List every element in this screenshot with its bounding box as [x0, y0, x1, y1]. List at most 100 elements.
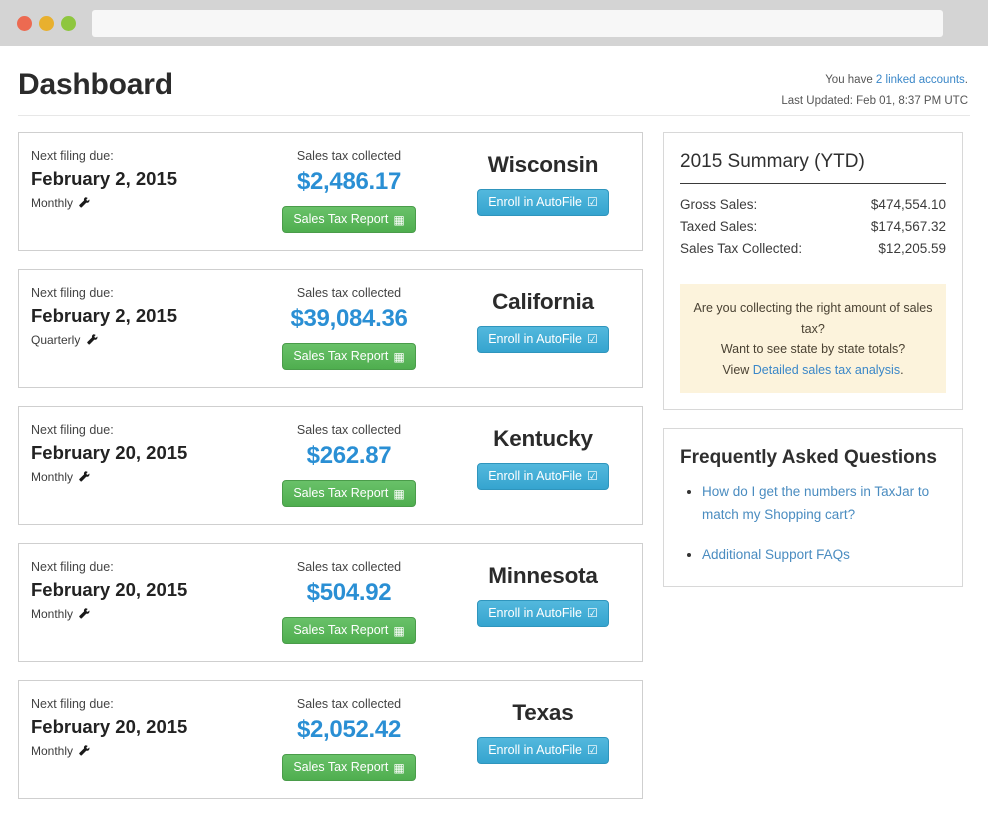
summary-row-label: Sales Tax Collected:: [680, 241, 803, 257]
sales-tax-report-button[interactable]: Sales Tax Report ▦: [282, 206, 416, 234]
state-name: Texas: [512, 699, 574, 725]
state-card[interactable]: Next filing due: February 2, 2015 Monthl…: [18, 131, 643, 251]
enroll-autofile-label: Enroll in AutoFile: [488, 331, 583, 346]
check-square-icon: ☑: [587, 606, 598, 620]
summary-row-label: Gross Sales:: [680, 197, 758, 213]
filing-frequency: Monthly: [31, 744, 254, 759]
sales-tax-report-button[interactable]: Sales Tax Report ▦: [282, 480, 416, 508]
state-card[interactable]: Next filing due: February 2, 2015 Quarte…: [18, 268, 643, 388]
filing-due-date: February 2, 2015: [31, 168, 178, 190]
sales-tax-cell: Sales tax collected $2,486.17 Sales Tax …: [254, 133, 444, 250]
wrench-icon[interactable]: [79, 608, 90, 622]
header-meta: You have 2 linked accounts. Last Updated…: [781, 70, 968, 113]
sales-tax-collected-label: Sales tax collected: [296, 696, 402, 711]
close-window-button[interactable]: [17, 15, 32, 31]
check-square-icon: ☑: [587, 743, 598, 757]
next-filing-due-label: Next filing due:: [31, 285, 114, 300]
filing-frequency-label: Monthly: [31, 196, 74, 211]
state-cell: Kentucky Enroll in AutoFile ☑: [444, 407, 642, 524]
sales-tax-amount: $504.92: [306, 579, 392, 607]
filing-frequency: Monthly: [31, 607, 254, 622]
sales-tax-report-button[interactable]: Sales Tax Report ▦: [282, 343, 416, 371]
filing-frequency: Monthly: [31, 196, 254, 211]
filing-due-cell: Next filing due: February 2, 2015 Monthl…: [19, 133, 254, 250]
state-card[interactable]: Next filing due: February 20, 2015 Month…: [18, 679, 643, 799]
sales-tax-amount: $39,084.36: [290, 305, 408, 333]
notice-line-1: Are you collecting the right amount of s…: [693, 300, 933, 336]
sales-tax-report-label: Sales Tax Report: [293, 760, 389, 775]
state-card[interactable]: Next filing due: February 20, 2015 Month…: [18, 542, 643, 662]
sales-tax-report-label: Sales Tax Report: [293, 349, 389, 364]
filing-due-date: February 2, 2015: [31, 305, 178, 327]
enroll-autofile-label: Enroll in AutoFile: [488, 742, 583, 757]
sales-tax-report-button[interactable]: Sales Tax Report ▦: [282, 754, 416, 782]
summary-panel-title: 2015 Summary (YTD): [680, 151, 946, 185]
sidebar: 2015 Summary (YTD) Gross Sales: $474,554…: [663, 131, 963, 605]
state-cell: Minnesota Enroll in AutoFile ☑: [444, 544, 642, 661]
detailed-analysis-link[interactable]: Detailed sales tax analysis: [753, 363, 900, 377]
maximize-window-button[interactable]: [61, 15, 76, 31]
sales-tax-report-label: Sales Tax Report: [293, 486, 389, 501]
wrench-icon[interactable]: [79, 197, 90, 211]
wrench-icon[interactable]: [86, 334, 98, 348]
wrench-icon[interactable]: [79, 745, 90, 759]
next-filing-due-label: Next filing due:: [31, 422, 114, 437]
summary-panel: 2015 Summary (YTD) Gross Sales: $474,554…: [663, 131, 963, 411]
list-alt-icon: ▦: [393, 760, 405, 775]
state-card[interactable]: Next filing due: February 20, 2015 Month…: [18, 405, 643, 525]
filing-frequency-label: Monthly: [31, 607, 74, 622]
sales-tax-report-button[interactable]: Sales Tax Report ▦: [282, 617, 416, 645]
sales-tax-cell: Sales tax collected $39,084.36 Sales Tax…: [254, 270, 444, 387]
enroll-autofile-button[interactable]: Enroll in AutoFile ☑: [477, 736, 609, 764]
enroll-autofile-button[interactable]: Enroll in AutoFile ☑: [477, 325, 609, 353]
summary-row-value: $174,567.32: [870, 219, 946, 235]
check-square-icon: ☑: [587, 469, 598, 483]
state-name: Kentucky: [493, 425, 593, 451]
notice-line-2: Want to see state by state totals?: [720, 342, 906, 357]
notice-period: .: [900, 362, 904, 377]
linked-accounts-link[interactable]: 2 linked accounts: [876, 74, 965, 86]
sales-tax-report-label: Sales Tax Report: [293, 212, 389, 227]
list-alt-icon: ▦: [393, 486, 405, 501]
filing-due-cell: Next filing due: February 2, 2015 Quarte…: [19, 270, 254, 387]
enroll-autofile-button[interactable]: Enroll in AutoFile ☑: [477, 599, 609, 627]
last-updated-text: Last Updated: Feb 01, 8:37 PM UTC: [781, 95, 968, 108]
faq-list: How do I get the numbers in TaxJar to ma…: [680, 480, 946, 566]
state-cell: Wisconsin Enroll in AutoFile ☑: [444, 133, 642, 250]
state-name: Wisconsin: [487, 151, 599, 177]
filing-frequency: Monthly: [31, 470, 254, 485]
linked-accounts-line: You have 2 linked accounts.: [781, 70, 968, 91]
summary-row: Taxed Sales: $174,567.32: [680, 216, 946, 238]
filing-frequency-label: Monthly: [31, 470, 74, 485]
state-name: Minnesota: [488, 562, 598, 588]
sales-tax-cell: Sales tax collected $2,052.42 Sales Tax …: [254, 681, 444, 798]
state-name: California: [492, 288, 594, 314]
linked-accounts-prefix: You have: [825, 74, 876, 86]
state-cell: Texas Enroll in AutoFile ☑: [444, 681, 642, 798]
summary-row-value: $474,554.10: [870, 197, 946, 213]
next-filing-due-label: Next filing due:: [31, 148, 114, 163]
list-alt-icon: ▦: [393, 623, 405, 638]
faq-link[interactable]: Additional Support FAQs: [702, 547, 850, 562]
enroll-autofile-label: Enroll in AutoFile: [488, 468, 583, 483]
filing-due-cell: Next filing due: February 20, 2015 Month…: [19, 681, 254, 798]
minimize-window-button[interactable]: [39, 15, 54, 31]
enroll-autofile-label: Enroll in AutoFile: [488, 194, 583, 209]
faq-link[interactable]: How do I get the numbers in TaxJar to ma…: [702, 484, 929, 522]
sales-tax-collected-label: Sales tax collected: [296, 285, 402, 300]
sales-tax-cell: Sales tax collected $504.92 Sales Tax Re…: [254, 544, 444, 661]
filing-due-date: February 20, 2015: [31, 579, 188, 601]
state-cell: California Enroll in AutoFile ☑: [444, 270, 642, 387]
summary-row: Gross Sales: $474,554.10: [680, 194, 946, 216]
address-bar[interactable]: [92, 9, 943, 37]
browser-chrome: [0, 0, 988, 46]
sales-tax-report-label: Sales Tax Report: [293, 623, 389, 638]
next-filing-due-label: Next filing due:: [31, 696, 114, 711]
wrench-icon[interactable]: [79, 471, 90, 485]
sales-tax-collected-label: Sales tax collected: [296, 148, 402, 163]
enroll-autofile-button[interactable]: Enroll in AutoFile ☑: [477, 188, 609, 216]
enroll-autofile-button[interactable]: Enroll in AutoFile ☑: [477, 462, 609, 490]
faq-panel: Frequently Asked Questions How do I get …: [663, 428, 963, 587]
list-item: How do I get the numbers in TaxJar to ma…: [702, 480, 946, 526]
